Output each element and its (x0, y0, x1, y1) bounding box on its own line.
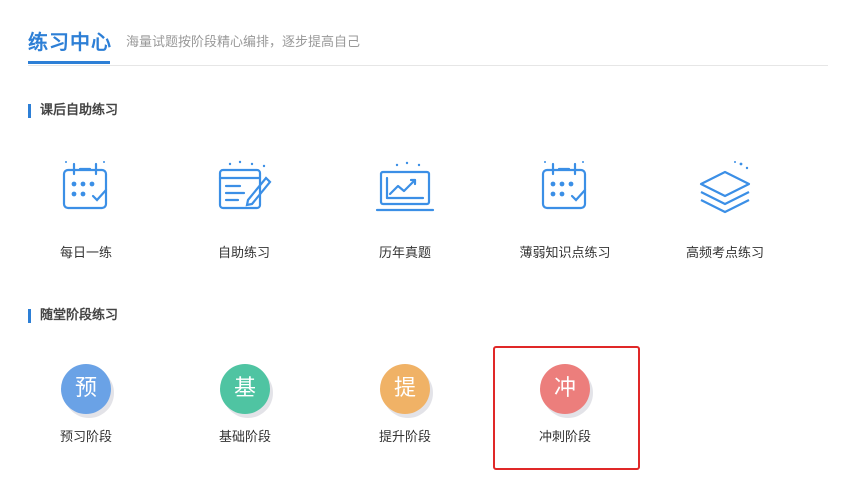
stage-advance[interactable]: 提 提升阶段 (335, 364, 475, 445)
section-title-stage-practice: 随堂阶段练习 (28, 309, 118, 323)
notepad-pen-icon (218, 160, 272, 210)
practice-high-frequency[interactable]: 高频考点练习 (655, 158, 795, 261)
stage-advance-label: 提升阶段 (378, 430, 431, 445)
practice-weak-points[interactable]: 薄弱知识点练习 (495, 158, 635, 261)
stage-basic[interactable]: 基 基础阶段 (175, 364, 315, 445)
practice-weak-points-label: 薄弱知识点练习 (519, 246, 611, 261)
selection-highlight-box (493, 346, 640, 470)
practice-high-frequency-label: 高频考点练习 (685, 246, 764, 261)
stage-basic-label: 基础阶段 (218, 430, 271, 445)
layers-icon (699, 161, 751, 214)
stage-preview[interactable]: 预 预习阶段 (16, 364, 156, 445)
page-header: 练习中心 海量试题按阶段精心编排，逐步提高自己 (28, 20, 828, 66)
practice-self[interactable]: 自助练习 (174, 158, 314, 261)
practice-daily[interactable]: 每日一练 (16, 158, 156, 261)
practice-past-exams[interactable]: 历年真题 (335, 158, 475, 261)
practice-past-exams-label: 历年真题 (378, 246, 431, 261)
practice-self-label: 自助练习 (217, 246, 270, 261)
calendar-check-icon (62, 161, 108, 210)
page-subtitle: 海量试题按阶段精心编排，逐步提高自己 (126, 35, 361, 50)
stage-preview-badge: 预 (61, 364, 111, 414)
practice-daily-label: 每日一练 (59, 246, 112, 261)
page-title: 练习中心 (28, 30, 112, 54)
stage-basic-badge: 基 (220, 364, 270, 414)
calendar-check-icon (541, 161, 587, 210)
chart-monitor-icon (375, 161, 435, 212)
title-underline (28, 61, 110, 64)
stage-preview-label: 预习阶段 (59, 430, 112, 445)
stage-advance-badge: 提 (380, 364, 430, 414)
section-title-self-practice: 课后自助练习 (28, 104, 118, 118)
